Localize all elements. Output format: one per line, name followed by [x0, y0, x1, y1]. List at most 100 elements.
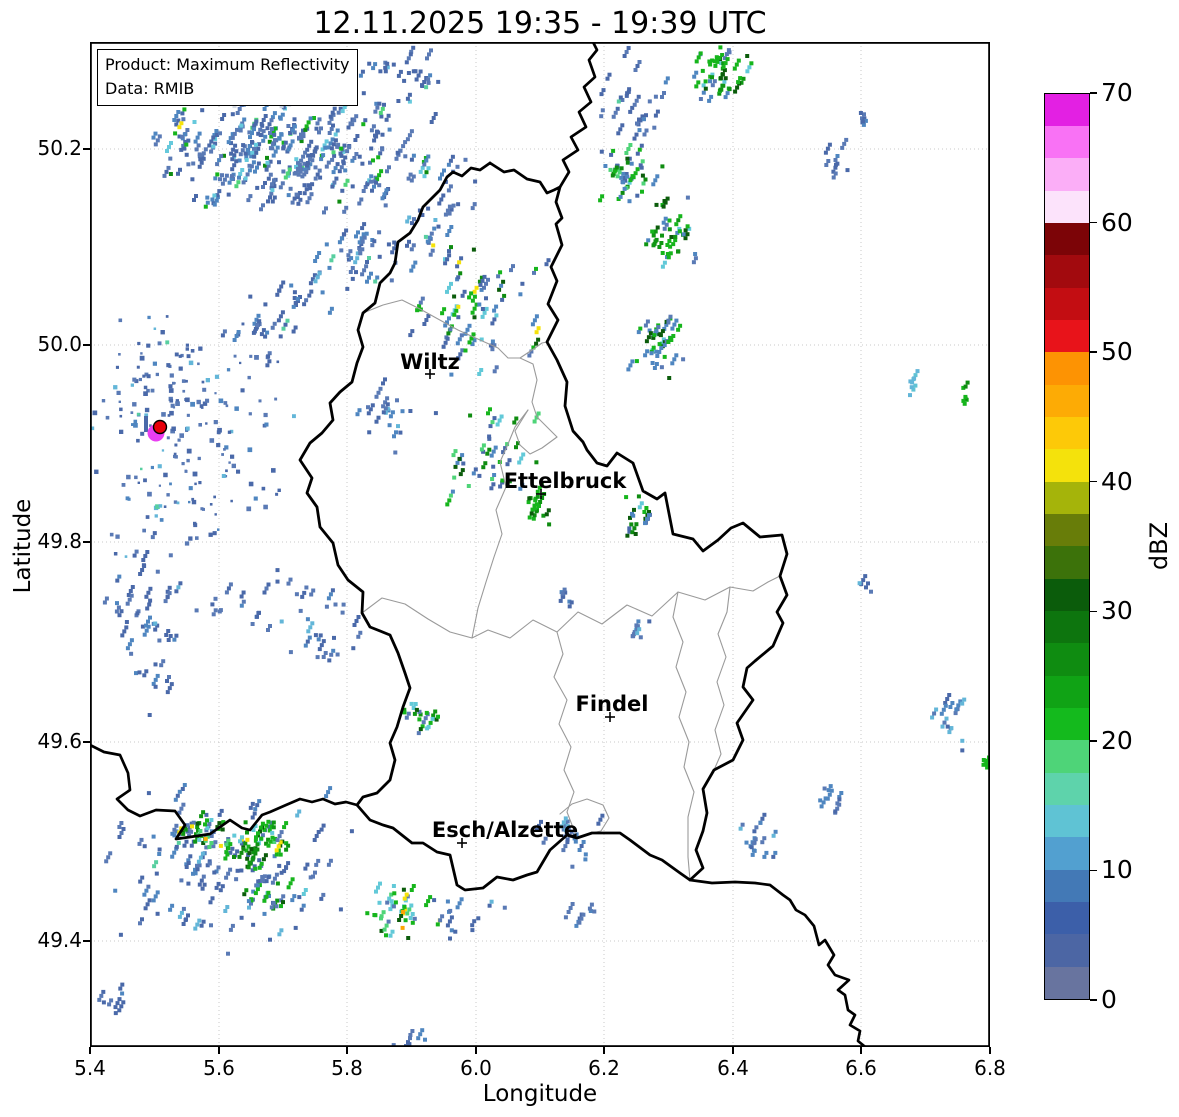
echo-pixel — [505, 462, 510, 467]
echo-pixel — [140, 568, 145, 572]
echo-pixel — [292, 124, 297, 129]
echo-pixel — [912, 376, 917, 381]
echo-pixel — [626, 367, 631, 372]
echo-pixel — [616, 99, 621, 104]
echo-pixel — [246, 899, 251, 904]
echo-pixel — [183, 918, 188, 922]
clutter-ring-pixel — [254, 355, 259, 360]
echo-pixel — [245, 172, 250, 177]
echo-pixel — [663, 216, 668, 221]
echo-pixel — [117, 1008, 122, 1013]
echo-pixel — [445, 289, 449, 294]
clutter-ring-pixel — [185, 397, 190, 403]
echo-pixel — [418, 1032, 423, 1037]
echo-pixel — [424, 903, 429, 908]
clutter-ring-pixel — [150, 388, 155, 393]
echo-pixel — [232, 131, 237, 136]
colorbar — [1044, 93, 1090, 1000]
echo-pixel — [566, 910, 571, 914]
echo-pixel — [941, 707, 946, 712]
echo-pixel — [362, 235, 367, 240]
echo-pixel — [408, 333, 413, 338]
echo-pixel — [634, 132, 639, 137]
echo-pixel — [142, 844, 147, 849]
colorbar-label: dBZ — [1145, 521, 1173, 571]
echo-pixel — [377, 101, 382, 106]
echo-pixel — [326, 596, 331, 601]
echo-pixel — [436, 79, 441, 84]
echo-pixel — [635, 64, 640, 68]
echo-pixel — [709, 94, 714, 99]
echo-pixel — [635, 631, 640, 636]
echo-pixel — [162, 173, 167, 178]
echo-pixel — [306, 120, 311, 125]
echo-pixel — [372, 184, 376, 189]
echo-pixel — [303, 150, 308, 155]
echo-pixel — [567, 604, 572, 609]
echo-pixel — [640, 189, 644, 194]
echo-pixel — [727, 87, 732, 92]
echo-pixel — [694, 70, 699, 75]
echo-pixel — [660, 264, 665, 269]
echo-pixel — [577, 920, 582, 925]
echo-pixel — [315, 655, 320, 660]
clutter-ring-pixel — [223, 448, 226, 451]
echo-pixel — [496, 274, 501, 279]
echo-pixel — [306, 183, 311, 188]
echo-pixel — [960, 701, 965, 706]
echo-pixel — [346, 125, 351, 130]
echo-pixel — [154, 860, 159, 865]
clutter-ring-pixel — [227, 430, 232, 434]
colorbar-tick-label: 60 — [1101, 207, 1133, 237]
echo-pixel — [278, 185, 283, 190]
radar-site-marker — [144, 416, 168, 442]
echo-pixel — [195, 867, 200, 872]
echo-pixel — [426, 77, 431, 82]
echo-pixel — [424, 158, 429, 163]
echo-pixel — [367, 61, 372, 66]
echo-pixel — [199, 923, 204, 928]
echo-pixel — [411, 264, 416, 269]
echo-pixel — [311, 153, 316, 158]
echo-pixel — [376, 390, 381, 395]
clutter-ring-pixel — [170, 403, 175, 408]
echo-pixel — [611, 114, 616, 119]
echo-pixel — [647, 513, 651, 518]
echo-pixel — [386, 242, 391, 247]
echo-pixel — [317, 117, 322, 122]
echo-pixel — [771, 833, 776, 838]
echo-pixel — [458, 271, 463, 276]
echo-pixel — [148, 598, 153, 603]
echo-pixel — [334, 176, 339, 181]
echo-pixel — [833, 158, 838, 162]
clutter-ring-pixel — [258, 399, 262, 403]
echo-pixel — [211, 135, 216, 140]
echo-pixel — [118, 986, 123, 991]
echo-pixel — [628, 363, 633, 368]
echo-pixel — [236, 180, 241, 185]
echo-pixel — [458, 472, 463, 477]
echo-pixel — [628, 178, 633, 183]
echo-pixel — [119, 1004, 124, 1009]
echo-pixel — [491, 464, 496, 469]
echo-pixel — [361, 189, 366, 193]
echo-pixel — [598, 817, 603, 822]
echo-pixel — [654, 202, 659, 207]
echo-pixel — [382, 927, 387, 932]
echo-pixel — [254, 835, 258, 840]
echo-pixel — [275, 292, 280, 297]
echo-pixel — [406, 176, 411, 181]
echo-pixel — [155, 569, 160, 574]
echo-pixel — [762, 836, 767, 841]
echo-pixel — [186, 913, 190, 918]
echo-pixel — [428, 73, 433, 78]
echo-pixel — [404, 715, 409, 720]
echo-pixel — [218, 843, 223, 848]
echo-pixel — [910, 380, 915, 385]
colorbar-step — [1045, 449, 1089, 482]
echo-pixel — [276, 318, 281, 323]
echo-pixel — [393, 450, 398, 455]
echo-pixel — [307, 635, 312, 640]
echo-pixel — [478, 282, 483, 287]
echo-pixel — [520, 281, 525, 286]
